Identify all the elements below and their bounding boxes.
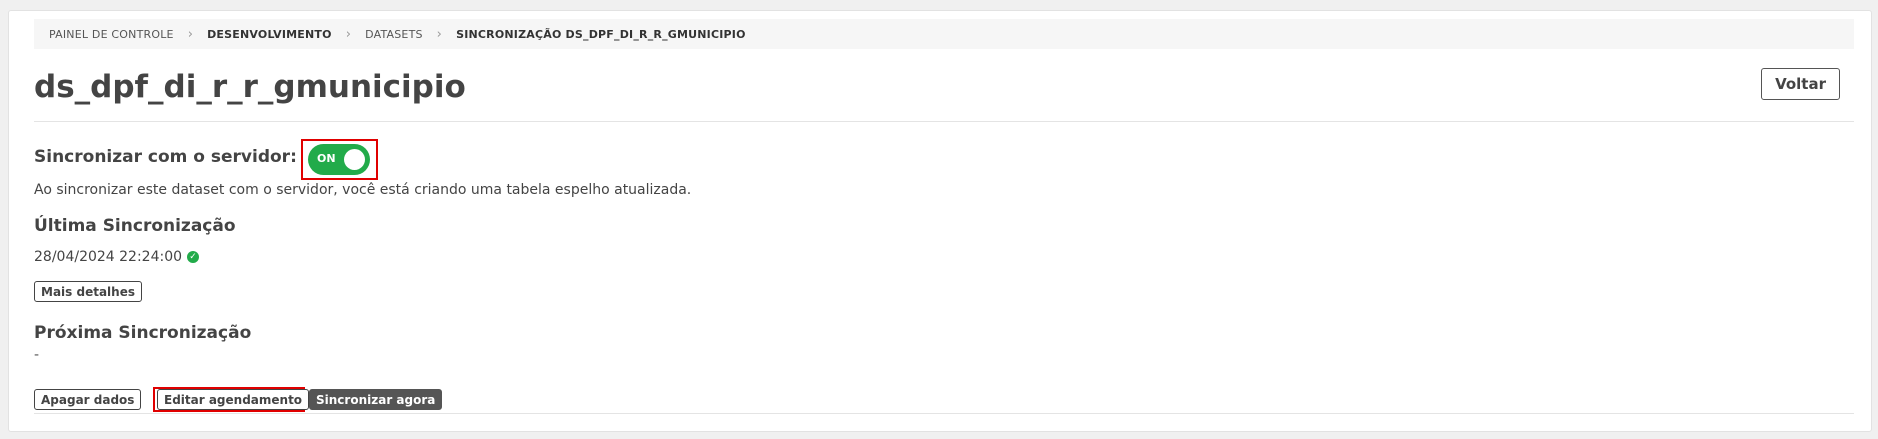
delete-data-button[interactable]: Apagar dados: [34, 389, 142, 410]
header-divider: [34, 121, 1854, 122]
chevron-right-icon: ›: [187, 26, 194, 42]
top-strip: [0, 0, 1878, 10]
next-sync-value: -: [34, 347, 40, 363]
sync-toggle[interactable]: ON: [308, 144, 370, 175]
breadcrumb-item-painel[interactable]: PAINEL DE CONTROLE: [49, 28, 174, 41]
footer-divider: [34, 413, 1854, 414]
breadcrumb-item-datasets[interactable]: DATASETS: [365, 28, 423, 41]
toggle-knob: [344, 149, 365, 170]
next-sync-title: Próxima Sincronização: [34, 323, 252, 343]
page-title: ds_dpf_di_r_r_gmunicipio: [34, 69, 466, 105]
breadcrumb-item-current: SINCRONIZAÇÃO DS_DPF_DI_R_R_GMUNICIPIO: [456, 27, 746, 41]
last-sync-title: Última Sincronização: [34, 216, 236, 236]
toggle-highlight: ON: [301, 139, 378, 180]
check-circle-icon: ✓: [187, 251, 200, 263]
breadcrumb: PAINEL DE CONTROLE › DESENVOLVIMENTO › D…: [34, 19, 1854, 49]
sync-now-button[interactable]: Sincronizar agora: [309, 389, 443, 410]
sync-description: Ao sincronizar este dataset com o servid…: [34, 182, 692, 198]
sync-label: Sincronizar com o servidor:: [34, 147, 297, 167]
chevron-right-icon: ›: [345, 26, 352, 42]
edit-schedule-button[interactable]: Editar agendamento: [157, 389, 310, 410]
last-sync-time: 28/04/2024 22:24:00 ✓: [34, 249, 200, 265]
last-sync-datetime: 28/04/2024 22:24:00: [34, 249, 183, 265]
back-button[interactable]: Voltar: [1761, 68, 1840, 100]
more-details-button[interactable]: Mais detalhes: [34, 281, 142, 302]
toggle-state-label: ON: [317, 152, 336, 165]
breadcrumb-item-desenvolvimento[interactable]: DESENVOLVIMENTO: [207, 28, 332, 41]
sync-card: PAINEL DE CONTROLE › DESENVOLVIMENTO › D…: [8, 10, 1872, 432]
chevron-right-icon: ›: [436, 26, 443, 42]
